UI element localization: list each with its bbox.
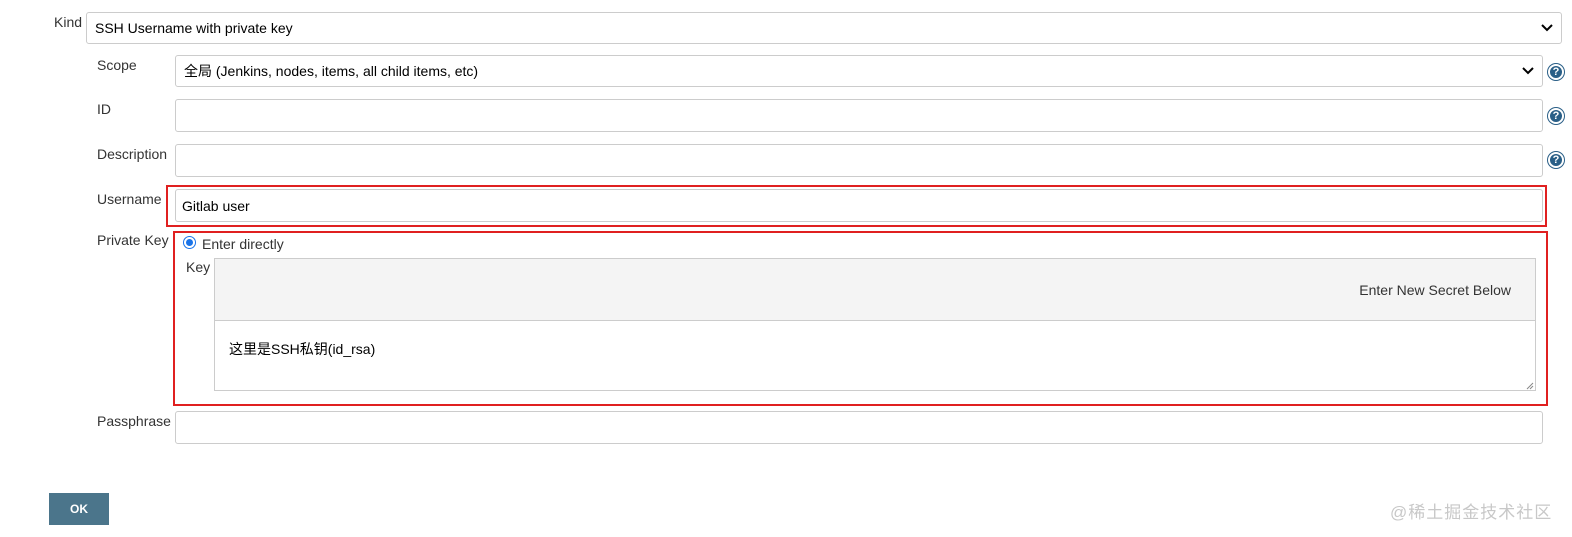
private-key-textarea[interactable]: 这里是SSH私钥(id_rsa) xyxy=(214,320,1536,391)
ok-button[interactable]: OK xyxy=(49,493,109,525)
scope-select[interactable]: 全局 (Jenkins, nodes, items, all child ite… xyxy=(175,55,1543,87)
passphrase-input[interactable] xyxy=(175,411,1543,444)
username-input[interactable]: Gitlab user xyxy=(175,189,1543,222)
private-key-label: Private Key xyxy=(97,232,169,248)
scope-select-value: 全局 (Jenkins, nodes, items, all child ite… xyxy=(184,63,479,79)
enter-directly-radio[interactable] xyxy=(183,236,196,249)
username-label: Username xyxy=(97,191,162,207)
id-label: ID xyxy=(97,101,111,117)
watermark: @稀土掘金技术社区 xyxy=(1390,503,1553,522)
radio-selected-dot xyxy=(186,239,193,246)
description-label: Description xyxy=(97,146,168,162)
id-help-icon[interactable]: ? xyxy=(1548,108,1564,124)
kind-select-value: SSH Username with private key xyxy=(95,20,293,36)
key-label: Key xyxy=(186,259,211,275)
description-input[interactable] xyxy=(175,144,1543,177)
secret-header-text: Enter New Secret Below xyxy=(1359,281,1511,298)
kind-label: Kind xyxy=(54,14,83,30)
chevron-down-icon xyxy=(1522,65,1534,77)
scope-label: Scope xyxy=(97,57,137,73)
kind-select[interactable]: SSH Username with private key xyxy=(86,12,1562,44)
private-key-value: 这里是SSH私钥(id_rsa) xyxy=(229,341,376,357)
scope-help-icon[interactable]: ? xyxy=(1548,64,1564,80)
secret-header: Enter New Secret Below xyxy=(214,258,1536,320)
description-help-icon[interactable]: ? xyxy=(1548,152,1564,168)
enter-directly-label: Enter directly xyxy=(202,236,284,252)
id-input[interactable] xyxy=(175,99,1543,132)
chevron-down-icon xyxy=(1541,22,1553,34)
resize-handle-icon[interactable] xyxy=(1524,377,1534,390)
passphrase-label: Passphrase xyxy=(97,413,171,429)
